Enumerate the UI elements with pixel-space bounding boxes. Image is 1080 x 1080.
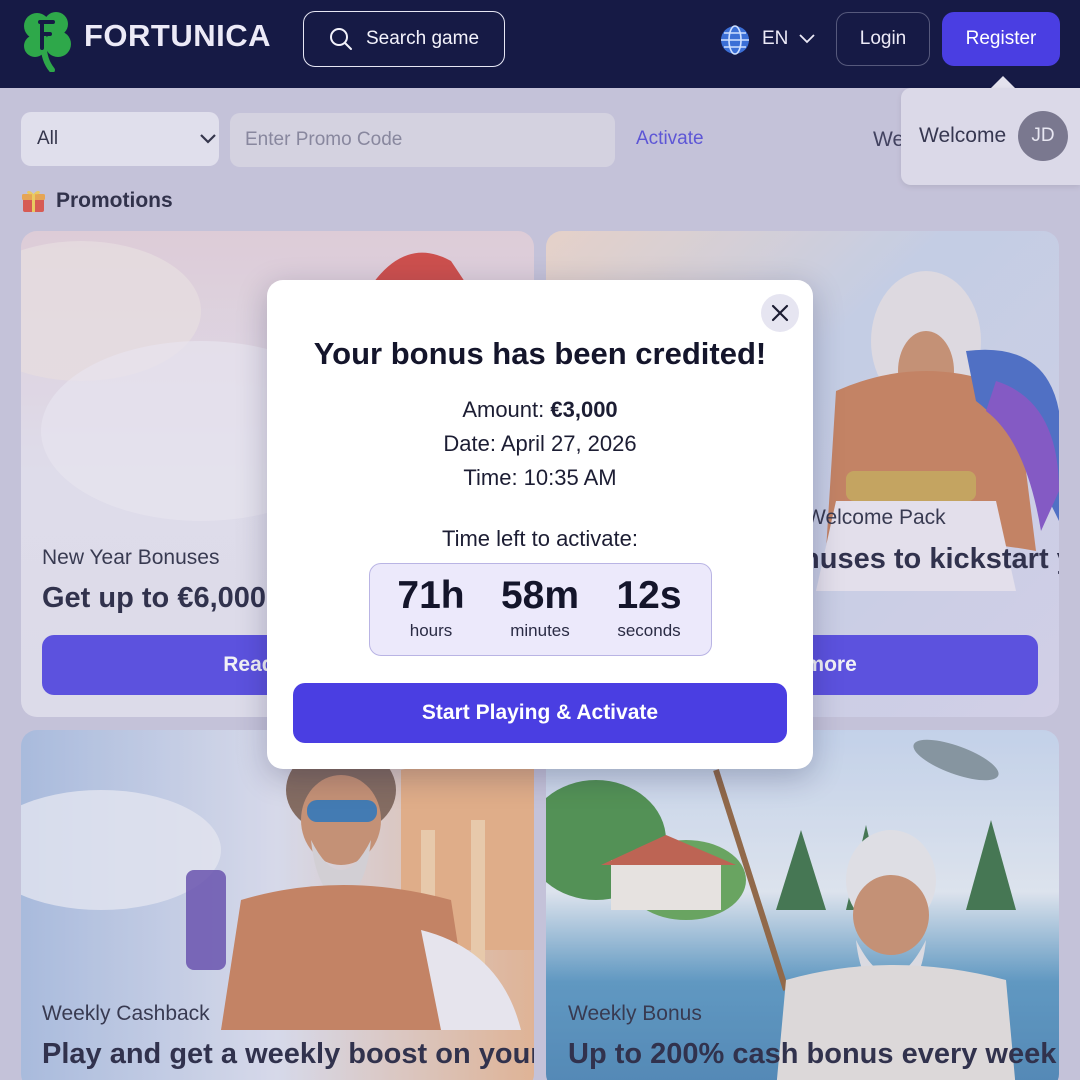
card-subtitle: Welcome Pack bbox=[806, 506, 946, 529]
close-icon bbox=[771, 304, 789, 322]
amount-label: Amount: bbox=[462, 397, 545, 422]
time-left-label: Time left to activate: bbox=[441, 526, 639, 551]
gift-icon bbox=[22, 190, 45, 212]
card-headline: Get up to €6,000 bbox=[42, 582, 267, 614]
clover-logo-icon[interactable] bbox=[20, 8, 74, 72]
bonus-credited-modal: Your bonus has been credited! Amount: €3… bbox=[267, 280, 813, 769]
card-subtitle: Weekly Cashback bbox=[42, 1002, 210, 1025]
countdown-minutes-unit: minutes bbox=[510, 621, 570, 640]
search-game-button[interactable]: Search game bbox=[303, 11, 505, 67]
avatar[interactable]: JD bbox=[1018, 111, 1068, 161]
chevron-down-icon[interactable] bbox=[798, 31, 816, 45]
search-label: Search game bbox=[366, 28, 480, 49]
close-button[interactable] bbox=[761, 294, 799, 332]
card-subtitle: New Year Bonuses bbox=[42, 546, 220, 569]
countdown-seconds-unit: seconds bbox=[617, 621, 681, 640]
countdown-hours: 71h hours bbox=[376, 572, 486, 642]
welcome-label: Welcome bbox=[919, 124, 1007, 147]
countdown-minutes-value: 58m bbox=[500, 574, 580, 617]
promo-card-art bbox=[21, 730, 534, 1080]
countdown-seconds: 12s seconds bbox=[594, 572, 704, 642]
promo-card-weekly-bonus[interactable]: Weekly Bonus Up to 200% cash bonus every… bbox=[546, 730, 1059, 1080]
time-line: Time: 10:35 AM bbox=[463, 465, 617, 490]
promo-card-art bbox=[546, 730, 1059, 1080]
activate-link[interactable]: Activate bbox=[636, 128, 704, 150]
card-headline: Play and get a weekly boost on your bbox=[42, 1038, 534, 1070]
countdown-timer: 71h hours 58m minutes 12s seconds bbox=[369, 563, 712, 656]
card-subtitle: Weekly Bonus bbox=[568, 1002, 702, 1025]
chevron-down-icon bbox=[200, 134, 216, 144]
language-selector[interactable]: EN bbox=[762, 28, 788, 50]
login-button[interactable]: Login bbox=[836, 12, 930, 66]
welcome-popover: Welcome JD bbox=[901, 88, 1080, 185]
countdown-hours-unit: hours bbox=[409, 621, 453, 640]
category-selected-value: All bbox=[37, 128, 59, 149]
brand-name: FORTUNICA bbox=[84, 18, 272, 53]
amount-value: €3,000 bbox=[550, 397, 618, 422]
countdown-minutes: 58m minutes bbox=[485, 572, 595, 642]
card-headline: Up to 200% cash bonus every week bbox=[568, 1038, 1057, 1070]
promo-code-input[interactable] bbox=[230, 113, 615, 167]
search-icon bbox=[330, 28, 352, 50]
section-title: Promotions bbox=[56, 189, 173, 212]
date-line: Date: April 27, 2026 bbox=[443, 431, 637, 456]
start-playing-activate-button[interactable]: Start Playing & Activate bbox=[293, 683, 787, 743]
countdown-hours-value: 71h bbox=[397, 574, 465, 617]
amount-line: Amount: €3,000 bbox=[267, 397, 813, 423]
top-header: FORTUNICA Search game EN Login Register bbox=[0, 0, 1080, 88]
category-select[interactable]: All bbox=[21, 112, 219, 166]
promo-card-weekly-cashback[interactable]: Weekly Cashback Play and get a weekly bo… bbox=[21, 730, 534, 1080]
globe-icon[interactable] bbox=[719, 24, 751, 56]
register-button[interactable]: Register bbox=[942, 12, 1060, 66]
countdown-seconds-value: 12s bbox=[616, 574, 682, 617]
modal-title: Your bonus has been credited! bbox=[313, 336, 767, 371]
welcome-text-partial: We bbox=[873, 128, 905, 151]
